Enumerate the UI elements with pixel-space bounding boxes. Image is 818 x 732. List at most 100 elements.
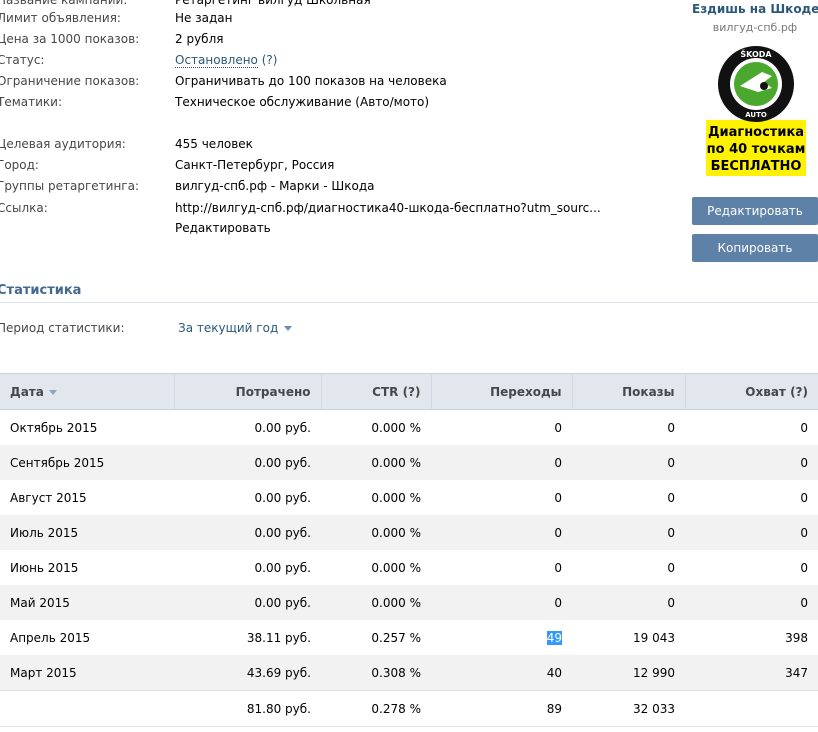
col-date[interactable]: Дата bbox=[0, 373, 175, 410]
cell-reach: 347 bbox=[685, 655, 818, 691]
total-cell-ctr: 0.278 % bbox=[321, 690, 431, 727]
cell-reach: 0 bbox=[800, 490, 808, 505]
cell-spent: 38.11 руб. bbox=[246, 630, 311, 645]
ad-title[interactable]: Ездишь на Шкоде? bbox=[692, 2, 818, 16]
period-value: За текущий год bbox=[178, 321, 279, 335]
copy-button[interactable]: Копировать bbox=[692, 234, 818, 262]
cell-ctr: 0.000 % bbox=[321, 515, 431, 550]
col-reach[interactable]: Охват (?) bbox=[685, 373, 818, 410]
ad-domain: вилгуд-спб.рф bbox=[712, 21, 798, 34]
logo-bottom-text: AUTO bbox=[745, 111, 767, 119]
cell-ctr: 0.308 % bbox=[321, 655, 431, 691]
cell-ctr: 0.000 % bbox=[321, 585, 431, 620]
cell-reach: 0 bbox=[685, 585, 818, 620]
cell-spent: 43.69 руб. bbox=[174, 655, 321, 691]
col-clicks[interactable]: Переходы bbox=[431, 373, 573, 410]
info-label: Цена за 1000 показов: bbox=[0, 32, 140, 46]
cell-clicks: 40 bbox=[431, 655, 572, 691]
period-dropdown[interactable]: За текущий год bbox=[178, 321, 293, 335]
cell-spent: 0.00 руб. bbox=[254, 560, 311, 575]
table-row: Июнь 2015 0.00 руб. 0.000 % 0 0 0 bbox=[0, 550, 818, 585]
table-row: Октябрь 2015 0.00 руб. 0.000 % 0 0 0 bbox=[0, 410, 818, 446]
selected-text[interactable]: 49 bbox=[546, 630, 562, 645]
info-label: Город: bbox=[0, 158, 39, 172]
ad-banner-text: Диагностика по 40 точкам БЕСПЛАТНО bbox=[706, 122, 806, 176]
info-label: Тематики: bbox=[0, 95, 62, 109]
stats-table: Дата Потрачено CTR (?) Переходы Показы О… bbox=[0, 373, 818, 727]
cell-impressions: 0 bbox=[572, 515, 685, 550]
cell-reach: 398 bbox=[785, 630, 808, 645]
edit-button[interactable]: Редактировать bbox=[692, 197, 818, 225]
cell-clicks: 0 bbox=[431, 445, 572, 480]
cell-ctr: 0.257 % bbox=[371, 630, 421, 645]
info-label: Группы ретаргетинга: bbox=[0, 179, 140, 193]
cell-ctr: 0.000 % bbox=[371, 560, 421, 575]
cell-spent: 0.00 руб. bbox=[174, 515, 321, 550]
table-row: Май 2015 0.00 руб. 0.000 % 0 0 0 bbox=[0, 585, 818, 620]
cell-date: Март 2015 bbox=[0, 655, 174, 691]
edit-link[interactable]: Редактировать bbox=[175, 218, 271, 238]
total-cell-reach bbox=[685, 690, 818, 727]
cell-spent: 0.00 руб. bbox=[174, 585, 321, 620]
cell-date: Апрель 2015 bbox=[10, 630, 91, 645]
status-link[interactable]: Остановлено bbox=[175, 53, 258, 68]
period-label: Период статистики: bbox=[0, 321, 125, 335]
col-spent[interactable]: Потрачено bbox=[174, 373, 322, 410]
cell-reach: 0 bbox=[800, 420, 808, 435]
cell-impressions: 0 bbox=[667, 420, 675, 435]
cell-spent: 0.00 руб. bbox=[254, 420, 311, 435]
cell-spent: 0.00 руб. bbox=[254, 490, 311, 505]
status-help[interactable]: (?) bbox=[258, 53, 278, 67]
price-link[interactable]: 2 рубля bbox=[175, 29, 223, 49]
total-cell-date bbox=[0, 690, 174, 727]
info-label: Целевая аудитория: bbox=[0, 137, 126, 151]
total-cell-clicks: 89 bbox=[431, 690, 572, 727]
limit-link[interactable]: Не задан bbox=[175, 8, 232, 28]
ad-text-line: БЕСПЛАТНО bbox=[710, 159, 802, 174]
col-impressions[interactable]: Показы bbox=[572, 373, 686, 410]
status-value: Остановлено (?) bbox=[175, 50, 277, 70]
cell-clicks: 0 bbox=[431, 585, 572, 620]
cell-date: Октябрь 2015 bbox=[10, 420, 98, 435]
cell-reach: 0 bbox=[685, 445, 818, 480]
sort-icon bbox=[48, 389, 57, 395]
info-label: Ссылка: bbox=[0, 201, 48, 215]
cell-impressions: 19 043 bbox=[633, 630, 675, 645]
cell-date: Август 2015 bbox=[10, 490, 87, 505]
cell-clicks: 0 bbox=[554, 420, 562, 435]
chevron-down-icon bbox=[284, 326, 293, 331]
cell-spent: 0.00 руб. bbox=[174, 445, 321, 480]
table-total-row: 81.80 руб. 0.278 % 89 32 033 bbox=[0, 690, 818, 727]
cell-impressions: 0 bbox=[667, 560, 675, 575]
cell-clicks: 49 bbox=[431, 620, 572, 655]
ad-url-link[interactable]: http://вилгуд-спб.рф/диагностика40-шкода… bbox=[175, 198, 601, 218]
stats-section-title: Статистика bbox=[0, 283, 82, 298]
table-row: Март 2015 43.69 руб. 0.308 % 40 12 990 347 bbox=[0, 655, 818, 691]
cell-date: Май 2015 bbox=[0, 585, 174, 620]
groups-value: вилгуд-спб.рф - Марки - Шкода bbox=[175, 179, 375, 193]
logo-top-text: ŠKODA bbox=[740, 48, 772, 59]
cell-date: Сентябрь 2015 bbox=[0, 445, 174, 480]
total-cell-impressions: 32 033 bbox=[572, 690, 685, 727]
cell-date: Июль 2015 bbox=[0, 515, 174, 550]
topics-value: Техническое обслуживание (Авто/мото) bbox=[175, 95, 430, 109]
table-row: Апрель 2015 38.11 руб. 0.257 % 49 19 043 398 bbox=[0, 620, 818, 655]
table-header: Дата Потрачено CTR (?) Переходы Показы О… bbox=[0, 373, 818, 410]
cell-clicks: 0 bbox=[431, 515, 572, 550]
total-cell-spent: 81.80 руб. bbox=[174, 690, 321, 727]
cell-ctr: 0.000 % bbox=[371, 490, 421, 505]
cell-impressions: 0 bbox=[572, 585, 685, 620]
city-value: Санкт-Петербург, Россия bbox=[175, 158, 335, 172]
cell-impressions: 0 bbox=[572, 445, 685, 480]
cell-clicks: 0 bbox=[554, 490, 562, 505]
info-label: Лимит объявления: bbox=[0, 11, 121, 25]
table-row: Сентябрь 2015 0.00 руб. 0.000 % 0 0 0 bbox=[0, 445, 818, 480]
section-divider bbox=[0, 302, 818, 303]
cell-impressions: 12 990 bbox=[572, 655, 685, 691]
col-ctr[interactable]: CTR (?) bbox=[321, 373, 432, 410]
table-row: Август 2015 0.00 руб. 0.000 % 0 0 0 bbox=[0, 480, 818, 515]
cell-date: Июнь 2015 bbox=[10, 560, 79, 575]
audience-value: 455 человек bbox=[175, 137, 253, 151]
cell-ctr: 0.000 % bbox=[321, 445, 431, 480]
cell-ctr: 0.000 % bbox=[371, 420, 421, 435]
